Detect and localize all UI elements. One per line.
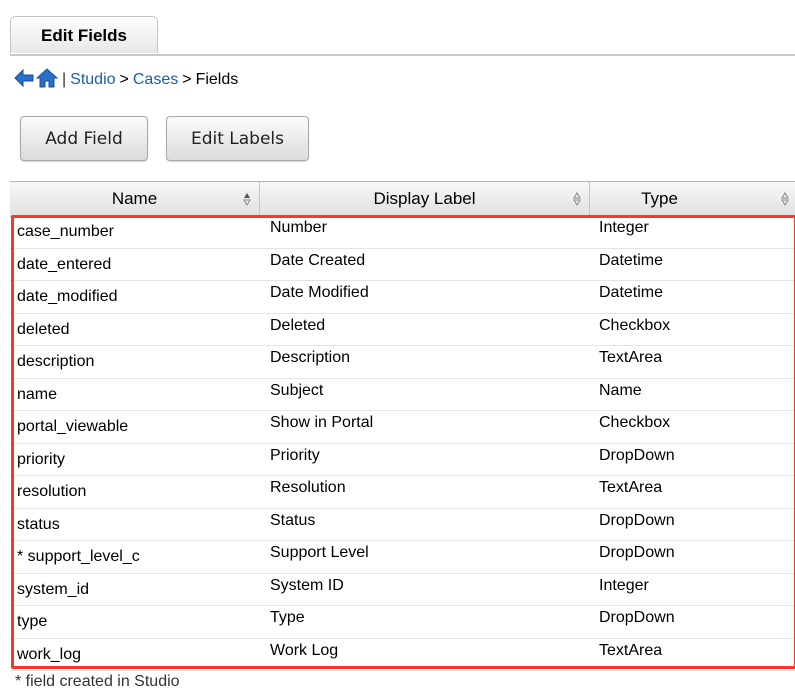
fields-table: Name Display Label Type case_number Numbe… [10,181,795,673]
back-arrow-icon[interactable] [14,68,34,92]
table-row[interactable]: priority Priority DropDown [10,444,795,476]
display-label-cell: Resolution [270,479,346,496]
table-body: case_number Number Integer date_entered Date… [10,216,795,671]
type-cell: Integer [599,219,649,236]
breadcrumb-fields: Fields [195,71,239,88]
display-label-cell: Type [270,609,305,626]
table-row[interactable]: case_number Number Integer [10,216,795,249]
type-cell: DropDown [599,511,675,529]
display-label-cell: Support Level [270,544,369,561]
table-row[interactable]: status Status DropDown [10,509,795,541]
table-row[interactable]: type Type DropDown [10,606,795,639]
display-label-cell: Show in Portal [270,414,374,431]
type-cell: TextArea [599,479,663,496]
table-row[interactable]: deleted Deleted Checkbox [10,314,795,346]
type-cell: TextArea [599,349,663,366]
column-header-type[interactable]: Type [590,182,795,216]
table-header: Name Display Label Type [10,181,795,217]
table-row[interactable]: date_modified Date Modified Datetime [10,281,795,314]
tab-bar: Edit Fields [10,16,795,56]
type-cell: Name [599,381,642,399]
table-row[interactable]: description Description TextArea [10,346,795,379]
type-cell: Datetime [599,251,664,269]
type-cell: DropDown [599,609,675,626]
type-cell: Checkbox [599,316,671,334]
table-row[interactable]: portal_viewable Show in Portal Checkbox [10,411,795,444]
display-label-cell: Priority [270,446,320,464]
display-label-cell: Deleted [270,316,326,334]
tab-edit-fields[interactable]: Edit Fields [10,16,158,53]
display-label-cell: Work Log [270,641,339,659]
table-row[interactable]: * support_level_c Support Level DropDown [10,541,795,574]
field-name-cell: work_log [17,645,82,663]
display-label-cell: Date Created [270,251,366,269]
breadcrumb-arrow: > [119,71,129,88]
display-label-cell: Status [270,511,316,529]
sort-icon[interactable] [781,192,789,206]
table-row[interactable]: resolution Resolution TextArea [10,476,795,509]
breadcrumb-cases[interactable]: Cases [133,71,178,89]
display-label-cell: Number [270,219,327,236]
table-row[interactable]: name Subject Name [10,379,795,411]
type-cell: Checkbox [599,414,671,431]
column-header-display-label[interactable]: Display Label [260,182,590,216]
column-header-name[interactable]: Name [10,182,260,216]
sort-icon[interactable] [243,192,251,206]
type-cell: TextArea [599,641,663,659]
table-row[interactable]: date_entered Date Created Datetime [10,249,795,281]
breadcrumb-arrow: > [182,71,192,88]
type-cell: DropDown [599,446,675,464]
sort-icon[interactable] [573,192,581,206]
breadcrumb-studio[interactable]: Studio [70,71,115,89]
edit-labels-button[interactable]: Edit Labels [166,116,309,161]
type-cell: Integer [599,576,649,594]
display-label-cell: Description [270,349,351,366]
table-row[interactable]: system_id System ID Integer [10,574,795,606]
add-field-button[interactable]: Add Field [20,116,148,161]
table-row[interactable]: work_log Work Log TextArea [10,639,795,671]
footnote: * field created in Studio [15,673,180,689]
display-label-cell: Subject [270,381,324,399]
display-label-cell: System ID [270,576,344,594]
type-cell: DropDown [599,544,675,561]
breadcrumb-separator: | [62,71,67,88]
type-cell: Datetime [599,284,664,301]
home-icon[interactable] [35,67,59,93]
display-label-cell: Date Modified [270,284,369,301]
breadcrumb: | Studio > Cases > Fields [14,64,238,96]
